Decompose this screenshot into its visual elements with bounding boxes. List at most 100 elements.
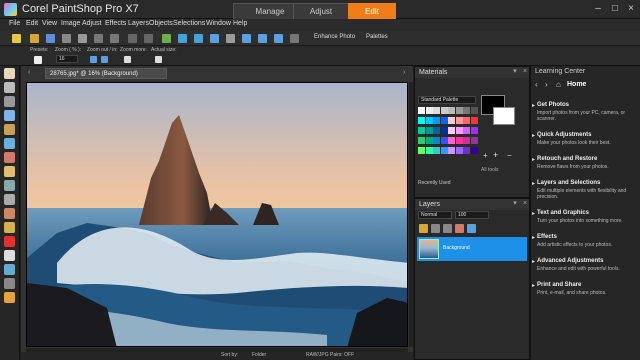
red-eye-tool-icon[interactable] — [4, 152, 15, 163]
color-swatch[interactable] — [470, 127, 478, 134]
tab-scroll-right-icon[interactable]: › — [403, 69, 405, 76]
menu-edit[interactable]: Edit — [26, 20, 38, 27]
color-swatch[interactable] — [470, 107, 478, 114]
color-swatch[interactable] — [470, 117, 478, 124]
redo-icon[interactable] — [144, 34, 153, 43]
forward-icon[interactable]: › — [545, 80, 548, 89]
palette-select[interactable]: Standard Palette — [418, 96, 476, 104]
new-mask-icon[interactable] — [431, 224, 440, 233]
layers-menu-icon[interactable]: ▾ — [511, 200, 519, 208]
color-swatch[interactable] — [455, 137, 463, 144]
actual-size-icon[interactable] — [155, 56, 162, 63]
color-swatch[interactable] — [463, 117, 470, 124]
color-swatch[interactable] — [455, 107, 463, 114]
color-swatch[interactable] — [433, 137, 440, 144]
menu-file[interactable]: File — [9, 20, 20, 27]
selection-tool-icon[interactable] — [4, 96, 15, 107]
color-swatch[interactable] — [440, 137, 448, 144]
photo-canvas[interactable] — [26, 82, 408, 347]
makeover-tool-icon[interactable] — [4, 166, 15, 177]
color-swatch[interactable] — [463, 147, 470, 154]
resize-icon[interactable] — [178, 34, 187, 43]
color-swatch[interactable] — [425, 147, 433, 154]
zoom-fit-icon[interactable] — [274, 34, 283, 43]
color-swatch[interactable] — [425, 127, 433, 134]
sort-by-select[interactable]: Folder — [252, 352, 266, 358]
color-swatch[interactable] — [455, 127, 463, 134]
pen-tool-icon[interactable] — [4, 278, 15, 289]
color-swatch[interactable] — [433, 117, 440, 124]
straighten-tool-icon[interactable] — [4, 138, 15, 149]
crop-tool-icon[interactable] — [4, 124, 15, 135]
color-swatch[interactable] — [470, 137, 478, 144]
color-swatch[interactable] — [418, 117, 425, 124]
menu-layers[interactable]: Layers — [128, 20, 149, 27]
materials-close-icon[interactable]: × — [521, 68, 529, 76]
rulers-icon[interactable] — [226, 34, 235, 43]
color-swatch[interactable] — [448, 137, 455, 144]
color-swatch[interactable] — [440, 107, 448, 114]
menu-selections[interactable]: Selections — [173, 20, 205, 27]
menu-view[interactable]: View — [42, 20, 57, 27]
all-tools-checkbox[interactable]: All tools — [481, 167, 499, 173]
new-icon[interactable] — [12, 34, 21, 43]
crop-icon[interactable] — [162, 34, 171, 43]
menu-objects[interactable]: Objects — [149, 20, 173, 27]
menu-help[interactable]: Help — [233, 20, 247, 27]
color-swatch[interactable] — [440, 117, 448, 124]
warp-tool-icon[interactable] — [4, 292, 15, 303]
opacity-input[interactable]: 100 — [455, 211, 489, 219]
color-swatch[interactable] — [448, 147, 455, 154]
palettes-menu[interactable]: Palettes — [366, 34, 388, 40]
close-icon[interactable]: × — [624, 2, 638, 16]
color-swatch[interactable] — [463, 107, 470, 114]
save-as-icon[interactable] — [62, 34, 71, 43]
blend-mode-select[interactable]: Normal — [418, 211, 452, 219]
zoom-more-icon[interactable] — [124, 56, 131, 63]
menu-image[interactable]: Image — [61, 20, 80, 27]
color-swatch[interactable] — [433, 127, 440, 134]
brush-tool-icon[interactable] — [4, 208, 15, 219]
text-tool-icon[interactable] — [4, 250, 15, 261]
flood-fill-tool-icon[interactable] — [4, 236, 15, 247]
zoom-out-icon[interactable] — [258, 34, 267, 43]
background-color[interactable] — [493, 107, 515, 125]
color-swatch[interactable] — [440, 147, 448, 154]
menu-window[interactable]: Window — [206, 20, 231, 27]
color-swatch[interactable] — [433, 107, 440, 114]
menu-effects[interactable]: Effects — [105, 20, 126, 27]
fullscreen-icon[interactable] — [290, 34, 299, 43]
color-swatch[interactable] — [463, 137, 470, 144]
color-swatch[interactable] — [455, 147, 463, 154]
zoom-in-icon[interactable] — [242, 34, 251, 43]
print-icon[interactable] — [78, 34, 87, 43]
layer-row[interactable]: Background — [417, 237, 527, 261]
new-layer-icon[interactable] — [419, 224, 428, 233]
color-swatch[interactable] — [425, 117, 433, 124]
tab-scroll-left-icon[interactable]: ‹ — [28, 69, 30, 76]
copy-icon[interactable] — [110, 34, 119, 43]
layer-properties-icon[interactable] — [467, 224, 476, 233]
color-swatch[interactable] — [418, 147, 425, 154]
color-swatch[interactable] — [425, 107, 433, 114]
enhance-photo-menu[interactable]: Enhance Photo — [314, 34, 355, 40]
delete-layer-icon[interactable] — [455, 224, 464, 233]
color-swatch[interactable] — [448, 107, 455, 114]
canvas-vertical-scrollbar[interactable] — [409, 82, 413, 347]
color-swatch[interactable] — [425, 137, 433, 144]
grid-icon[interactable] — [210, 34, 219, 43]
cut-icon[interactable] — [94, 34, 103, 43]
color-swatch[interactable] — [455, 117, 463, 124]
color-swatch[interactable] — [448, 127, 455, 134]
undo-icon[interactable] — [128, 34, 137, 43]
materials-menu-icon[interactable]: ▾ — [511, 68, 519, 76]
add-swatch-icon[interactable]: + — [493, 150, 498, 160]
zoom-in-small-icon[interactable] — [101, 56, 108, 63]
color-swatch[interactable] — [470, 147, 478, 154]
rotate-icon[interactable] — [194, 34, 203, 43]
pan-tool-icon[interactable] — [4, 68, 15, 79]
home-icon[interactable]: ⌂ — [556, 80, 561, 89]
shape-tool-icon[interactable] — [4, 264, 15, 275]
minimize-icon[interactable]: – — [591, 2, 605, 16]
color-swatch[interactable] — [418, 137, 425, 144]
